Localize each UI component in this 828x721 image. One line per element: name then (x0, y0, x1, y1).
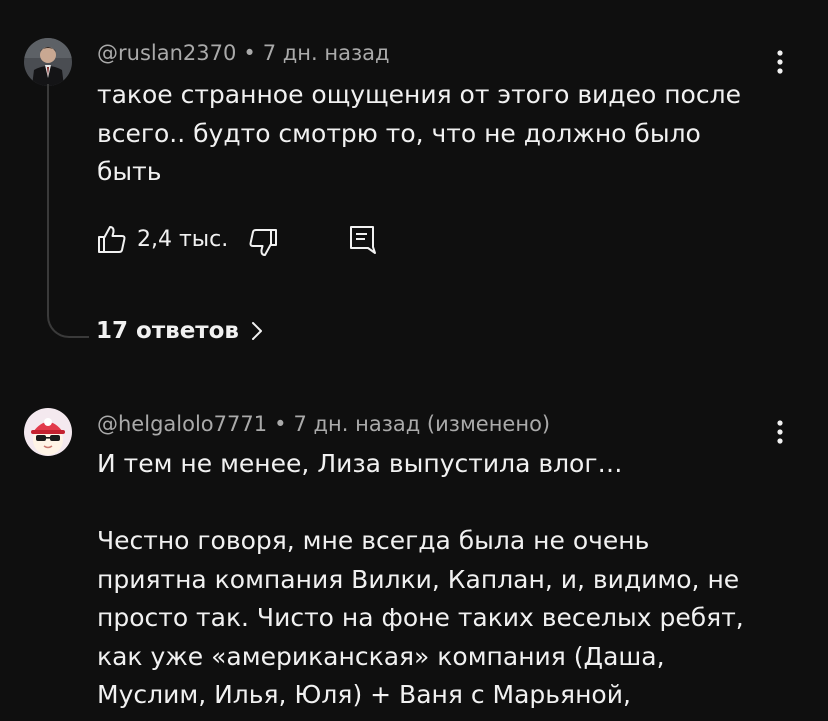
comment-meta: @helgalolo7771 • 7 дн. назад (изменено) (97, 412, 550, 436)
comment-text: такое странное ощущения от этого видео п… (97, 80, 741, 186)
meta-separator: • (243, 41, 256, 65)
more-actions-button[interactable] (770, 416, 790, 448)
reply-button[interactable] (348, 224, 378, 260)
thumb-up-icon (98, 226, 126, 253)
comment-text: И тем не менее, Лиза выпустила влог… Чес… (97, 449, 744, 709)
comment-time: 7 дн. назад (изменено) (293, 412, 551, 436)
view-replies-link[interactable]: 17 ответов (96, 318, 263, 344)
meta-separator: • (274, 412, 287, 436)
chevron-right-icon (252, 322, 262, 340)
dislike-button[interactable] (247, 226, 279, 262)
avatar[interactable] (24, 408, 72, 456)
like-count: 2,4 тыс. (137, 227, 229, 252)
replies-count-label: 17 ответов (96, 318, 239, 344)
like-button[interactable] (96, 224, 128, 260)
user-avatar-image (24, 38, 72, 86)
comment-meta: @ruslan2370 • 7 дн. назад (97, 41, 390, 65)
comment-author[interactable]: @ruslan2370 (97, 41, 236, 65)
thumb-down-icon (249, 229, 277, 256)
user-avatar-image (24, 408, 72, 456)
avatar[interactable] (24, 38, 72, 86)
comment-time: 7 дн. назад (262, 41, 390, 65)
reply-icon (350, 226, 376, 254)
more-vertical-icon (777, 420, 783, 444)
more-actions-button[interactable] (770, 46, 790, 78)
comment-author[interactable]: @helgalolo7771 (97, 412, 267, 436)
more-vertical-icon (777, 50, 783, 74)
thread-line (47, 84, 89, 338)
